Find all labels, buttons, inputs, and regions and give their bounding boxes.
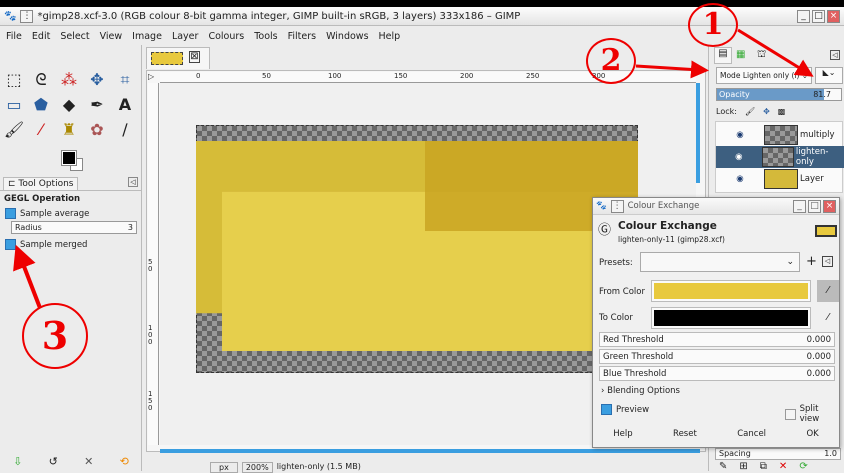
- arrow-3: [13, 244, 42, 309]
- arrow-2: [635, 60, 709, 79]
- annotation-arrows: [13, 28, 814, 309]
- foreground-color[interactable]: [61, 150, 77, 166]
- arrow-1: [737, 28, 814, 77]
